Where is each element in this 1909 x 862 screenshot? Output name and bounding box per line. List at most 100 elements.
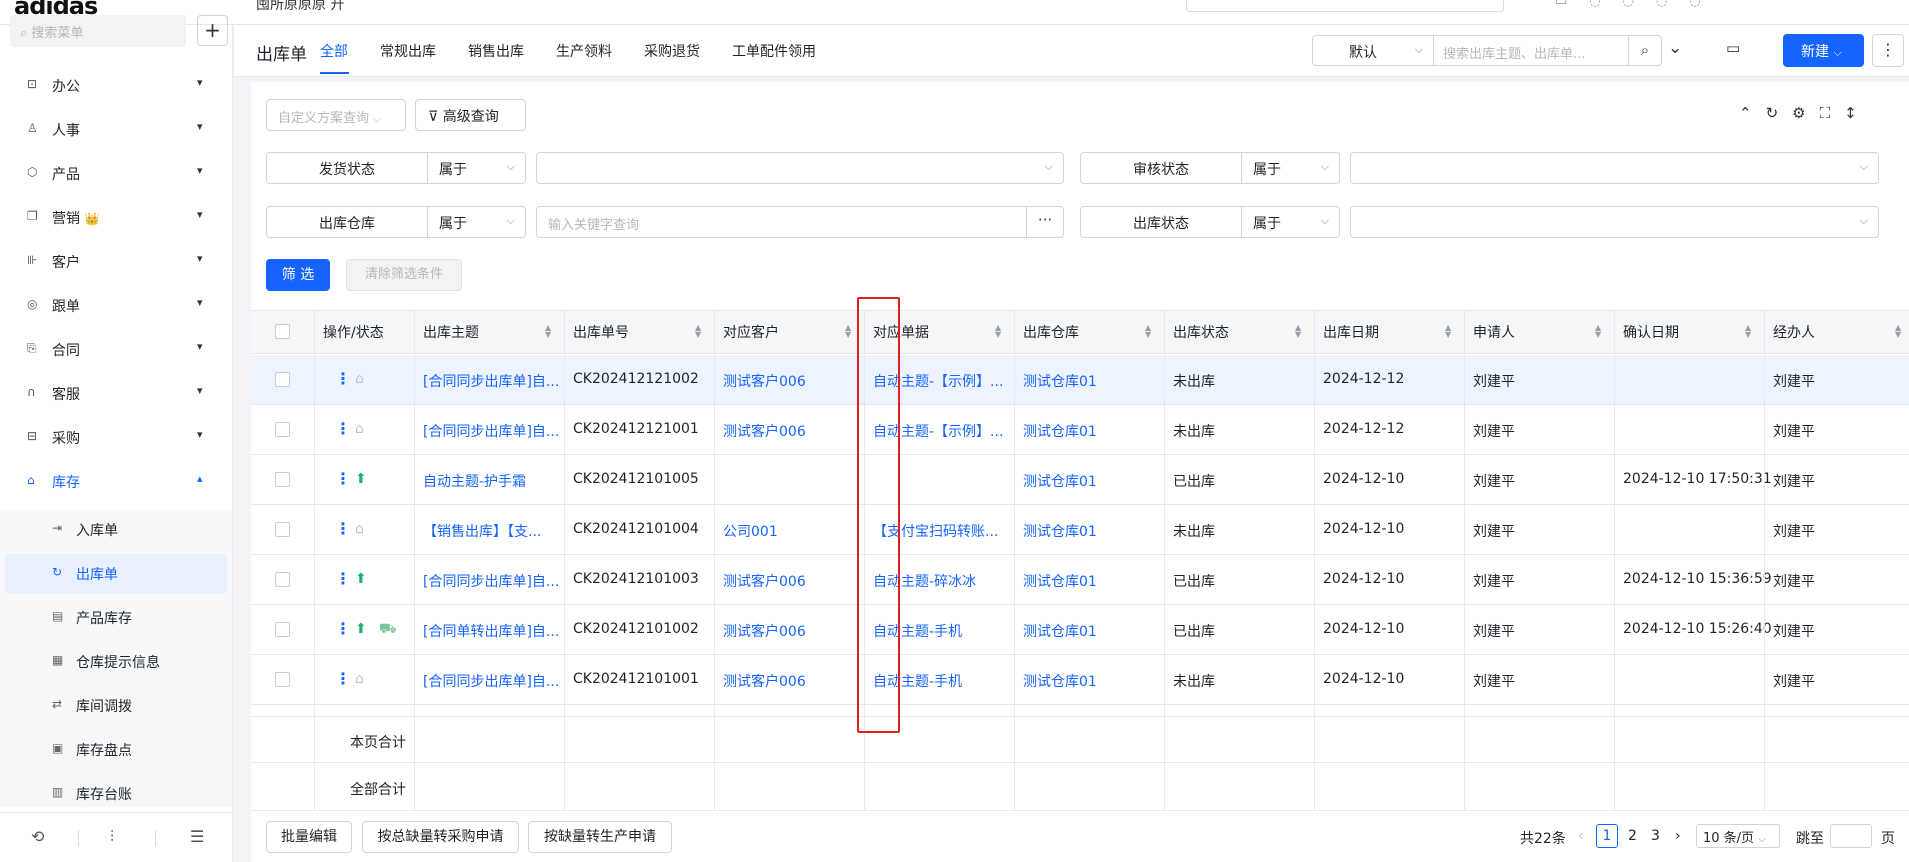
filter-value-outbound-status[interactable]: ⌵ [1350, 206, 1879, 238]
add-menu-button[interactable]: + [197, 15, 228, 46]
row-warehouse[interactable]: 测试仓库01 [1023, 671, 1097, 691]
sidebar-item-service[interactable]: ∩ 客服 ▾ [0, 372, 232, 416]
sidebar-item-purchase[interactable]: ⊟ 采购 ▾ [0, 416, 232, 460]
filter-op-warehouse[interactable]: 属于 ⌵ [427, 206, 526, 238]
history-icon[interactable]: ⟲ [31, 827, 44, 846]
expand-search-chevron-icon[interactable]: ⌄ [1668, 38, 1682, 58]
filter-op-outbound-status[interactable]: 属于 ⌵ [1241, 206, 1340, 238]
search-button[interactable]: ⌕ [1628, 35, 1662, 66]
col-header-subject[interactable]: 出库主题 [423, 322, 479, 342]
next-page-icon[interactable]: › [1675, 828, 1681, 844]
row-warehouse[interactable]: 测试仓库01 [1023, 421, 1097, 441]
row-actions-icon[interactable]: ⋮ [335, 669, 351, 688]
page-2[interactable]: 2 [1628, 828, 1637, 844]
row-subject[interactable]: [合同同步出库单]自... [423, 421, 563, 441]
menu-search-input[interactable]: ⌕ 搜索菜单 [10, 15, 186, 47]
col-header-applicant[interactable]: 申请人 [1473, 322, 1515, 342]
col-header-confirm-date[interactable]: 确认日期 [1623, 322, 1679, 342]
sort-icon[interactable]: ▲ ▼ [1295, 324, 1301, 339]
sort-icon[interactable]: ▲ ▼ [545, 324, 551, 339]
row-warehouse[interactable]: 测试仓库01 [1023, 621, 1097, 641]
sort-icon[interactable]: ▲ ▼ [995, 324, 1001, 339]
batch-edit-button[interactable]: 批量编辑 [266, 821, 352, 853]
sidebar-subitem-inbound[interactable]: ⇥ 入库单 [5, 510, 227, 550]
table-tools[interactable]: ⌃↻⚙⛶↕ [1739, 104, 1871, 122]
tab-production-picking[interactable]: 生产领料 [556, 41, 612, 61]
page-1[interactable]: 1 [1596, 824, 1618, 848]
filter-op-audit-status[interactable]: 属于 ⌵ [1241, 152, 1340, 184]
row-checkbox[interactable] [275, 672, 290, 687]
tab-all[interactable]: 全部 [320, 41, 348, 61]
col-header-number[interactable]: 出库单号 [573, 322, 629, 342]
row-warehouse[interactable]: 测试仓库01 [1023, 371, 1097, 391]
tab-purchase-return[interactable]: 采购退货 [644, 41, 700, 61]
row-subject[interactable]: [合同单转出库单]自... [423, 621, 563, 641]
filter-button[interactable]: 筛 选 [266, 259, 330, 291]
sidebar-item-marketing[interactable]: ❐ 营销 👑 ▾ [0, 196, 232, 240]
row-subject[interactable]: 【销售出库】【支... [423, 521, 563, 541]
row-customer[interactable]: 测试客户006 [723, 671, 806, 691]
sidebar-subitem-outbound[interactable]: ↻ 出库单 [5, 554, 227, 594]
sidebar-item-office[interactable]: ⊡ 办公 ▾ [0, 64, 232, 108]
col-header-status[interactable]: 出库状态 [1173, 322, 1229, 342]
row-actions-icon[interactable]: ⋮ [335, 419, 351, 438]
row-actions-icon[interactable]: ⋮ [335, 369, 351, 388]
filter-value-audit-status[interactable]: ⌵ [1350, 152, 1879, 184]
more-options-button[interactable]: ⋮ [1872, 34, 1904, 67]
settings-sliders-icon[interactable]: ⫶ [110, 827, 114, 847]
scheme-select[interactable]: 自定义方案查询 ⌵ [266, 99, 406, 131]
jump-page-input[interactable] [1830, 824, 1872, 848]
sidebar-item-contract[interactable]: ⎘ 合同 ▾ [0, 328, 232, 372]
clear-filter-button[interactable]: 清除筛选条件 [346, 259, 462, 291]
sidebar-subitem-ledger[interactable]: ▥ 库存台账 [5, 774, 227, 814]
sidebar-item-followup[interactable]: ◎ 跟单 ▾ [0, 284, 232, 328]
new-button[interactable]: 新建 ⌵ [1783, 34, 1864, 67]
row-checkbox[interactable] [275, 622, 290, 637]
row-warehouse[interactable]: 测试仓库01 [1023, 471, 1097, 491]
sidebar-item-hr[interactable]: ♙ 人事 ▾ [0, 108, 232, 152]
top-toolbar-icons[interactable]: ▭◌◌◌◌ [1555, 0, 1723, 9]
row-checkbox[interactable] [275, 472, 290, 487]
row-subject[interactable]: [合同同步出库单]自... [423, 571, 563, 591]
select-all-checkbox[interactable] [275, 324, 290, 339]
sort-icon[interactable]: ▲ ▼ [845, 324, 851, 339]
row-checkbox[interactable] [275, 372, 290, 387]
row-customer[interactable]: 测试客户006 [723, 621, 806, 641]
sidebar-subitem-warehouse-alerts[interactable]: ▦ 仓库提示信息 [5, 642, 227, 682]
page-3[interactable]: 3 [1651, 828, 1660, 844]
sidebar-item-customer[interactable]: ⊪ 客户 ▾ [0, 240, 232, 284]
row-checkbox[interactable] [275, 522, 290, 537]
collapse-menu-icon[interactable]: ☰ [190, 827, 204, 846]
row-actions-icon[interactable]: ⋮ [335, 619, 351, 638]
row-subject[interactable]: [合同同步出库单]自... [423, 671, 563, 691]
col-header-handler[interactable]: 经办人 [1773, 322, 1815, 342]
row-warehouse[interactable]: 测试仓库01 [1023, 571, 1097, 591]
tab-workorder-parts[interactable]: 工单配件领用 [732, 41, 816, 61]
sort-icon[interactable]: ▲ ▼ [695, 324, 701, 339]
top-search-controls[interactable] [1186, 0, 1504, 12]
row-checkbox[interactable] [275, 572, 290, 587]
warehouse-picker-button[interactable]: ··· [1026, 206, 1064, 238]
row-customer[interactable]: 测试客户006 [723, 371, 806, 391]
filter-op-shipping-status[interactable]: 属于 ⌵ [427, 152, 526, 184]
row-actions-icon[interactable]: ⋮ [335, 569, 351, 588]
sidebar-subitem-transfer[interactable]: ⇄ 库间调拨 [5, 686, 227, 726]
row-subject[interactable]: 自动主题-护手霜 [423, 471, 563, 491]
sort-icon[interactable]: ▲ ▼ [1145, 324, 1151, 339]
filter-value-shipping-status[interactable]: ⌵ [536, 152, 1064, 184]
row-customer[interactable]: 测试客户006 [723, 421, 806, 441]
sort-icon[interactable]: ▲ ▼ [1895, 324, 1901, 339]
row-customer[interactable]: 测试客户006 [723, 571, 806, 591]
row-warehouse[interactable]: 测试仓库01 [1023, 521, 1097, 541]
col-header-customer[interactable]: 对应客户 [723, 322, 779, 342]
search-input[interactable]: 搜索出库主题、出库单... [1433, 35, 1629, 66]
to-purchase-request-button[interactable]: 按总缺量转采购申请 [362, 821, 519, 853]
sidebar-item-product[interactable]: ⬡ 产品 ▾ [0, 152, 232, 196]
monitor-icon[interactable]: ▭ [1726, 39, 1740, 57]
sidebar-item-inventory[interactable]: ⌂ 库存 ▴ [0, 460, 232, 504]
row-actions-icon[interactable]: ⋮ [335, 519, 351, 538]
sidebar-subitem-stocktake[interactable]: ▣ 库存盘点 [5, 730, 227, 770]
prev-page-icon[interactable]: ‹ [1578, 828, 1584, 844]
sort-icon[interactable]: ▲ ▼ [1745, 324, 1751, 339]
row-customer[interactable]: 公司001 [723, 521, 778, 541]
